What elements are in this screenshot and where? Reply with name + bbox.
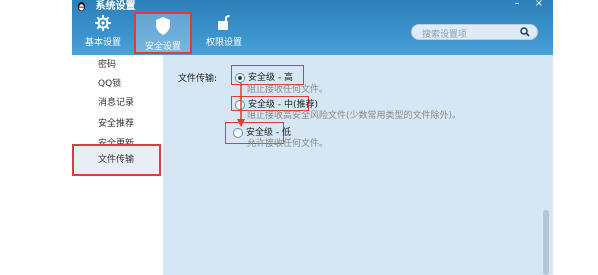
window-title: 系统设置 [76, 0, 136, 12]
search-placeholder: 搜索设置项 [422, 30, 468, 40]
shield-icon [156, 17, 170, 35]
sidebar-item-file-transfer[interactable]: 文件传输 [72, 144, 161, 176]
desc-security-low: 允许接收任何文件。 [247, 139, 329, 149]
close-button[interactable]: × [532, 0, 546, 9]
radio-button-unchecked[interactable] [233, 127, 243, 138]
sidebar-item-qq-lock[interactable]: QQ锁 [72, 75, 163, 93]
content-panel: 文件传输: 安全级 - 高 阻止接收任何文件。 安全级 - 中(推荐) 阻止接收… [163, 55, 553, 275]
sidebar: 密码 QQ锁 消息记录 安全推荐 安全更新 文件传输 [72, 55, 163, 275]
sidebar-item-message-history[interactable]: 消息记录 [72, 94, 163, 112]
header-bar: 系统设置 – × 基本设置 安全设置 权限设置 搜索设置项 [72, 0, 553, 55]
tab-permission-settings-label: 权限设置 [205, 38, 242, 48]
window-title-text: 系统设置 [95, 1, 136, 12]
settings-window: 系统设置 – × 基本设置 安全设置 权限设置 搜索设置项 密码 QQ锁 消息记… [72, 0, 553, 275]
tab-permission-settings[interactable]: 权限设置 [195, 12, 253, 54]
lock-icon [218, 15, 231, 30]
file-transfer-label: 文件传输: [178, 74, 218, 84]
sidebar-item-security-recommend[interactable]: 安全推荐 [72, 115, 163, 133]
desc-security-medium: 阻止接收高安全风险文件(少数常用类型的文件除外)。 [247, 111, 462, 121]
tab-security-settings[interactable]: 安全设置 [134, 12, 192, 54]
arrow-down-icon [237, 83, 245, 127]
search-icon[interactable] [520, 27, 530, 37]
sidebar-item-password[interactable]: 密码 [72, 56, 163, 74]
tab-basic-settings-label: 基本设置 [84, 38, 121, 48]
qq-logo-icon [77, 1, 86, 11]
gear-icon [95, 15, 111, 31]
search-input[interactable]: 搜索设置项 [411, 24, 538, 40]
desc-security-high: 阻止接收任何文件。 [247, 85, 329, 95]
tab-security-settings-label: 安全设置 [144, 42, 181, 52]
vertical-scrollbar[interactable] [543, 210, 549, 275]
tab-basic-settings[interactable]: 基本设置 [74, 12, 132, 54]
minimize-button[interactable]: – [510, 0, 524, 9]
